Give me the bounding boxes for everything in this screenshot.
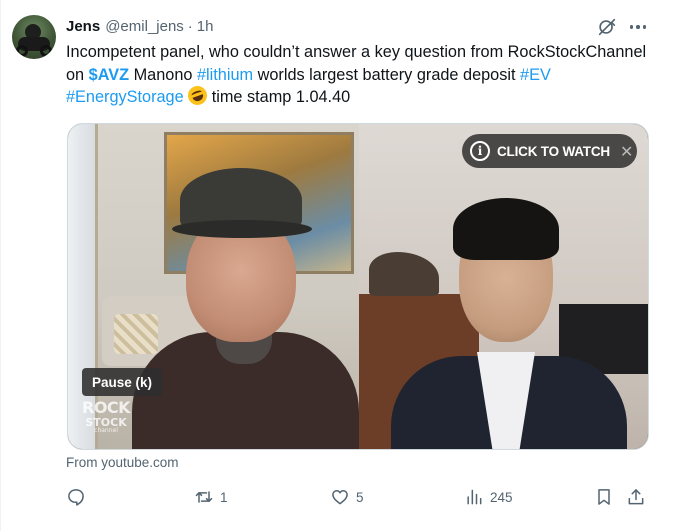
- guest-hair-figure: [453, 198, 559, 260]
- video-right-speaker-pane: [359, 124, 648, 449]
- close-icon[interactable]: ✕: [620, 142, 633, 161]
- author-name[interactable]: Jens: [66, 18, 100, 35]
- reply-button[interactable]: [66, 485, 86, 509]
- pillow-scene: [114, 314, 158, 354]
- repost-button[interactable]: 1: [194, 485, 228, 509]
- tweet-header: Jens @emil_jens · 1h: [66, 15, 213, 37]
- grok-icon[interactable]: [596, 16, 618, 38]
- video-card[interactable]: i CLICK TO WATCH ✕ Pause (k) ROCK STOCK …: [67, 123, 649, 450]
- views-button[interactable]: 245: [464, 485, 513, 509]
- tweet-text: Incompetent panel, who couldn’t answer a…: [66, 41, 656, 109]
- repost-icon: [195, 491, 213, 503]
- speaker-cap-brim-figure: [172, 220, 312, 238]
- cashtag-link[interactable]: $AVZ: [89, 66, 129, 84]
- rockstock-watermark: ROCK STOCK channel: [82, 398, 131, 434]
- click-to-watch-button[interactable]: i CLICK TO WATCH ✕: [462, 134, 637, 168]
- separator-dot: ·: [187, 17, 193, 35]
- tweet-text-segment: time stamp 1.04.40: [207, 88, 351, 107]
- pause-tooltip: Pause (k): [82, 368, 163, 396]
- action-bar: 1 5 245: [66, 485, 650, 509]
- bookmark-icon: [598, 489, 610, 505]
- more-icon[interactable]: [627, 16, 649, 38]
- avatar[interactable]: [12, 15, 56, 59]
- link-source[interactable]: From youtube.com: [66, 455, 179, 470]
- bookmark-button[interactable]: [594, 485, 614, 509]
- hashtag-link[interactable]: #lithium: [197, 66, 253, 84]
- repost-count: 1: [220, 489, 228, 505]
- post-time[interactable]: 1h: [197, 18, 214, 35]
- tweet-text-segment: worlds largest battery grade deposit: [253, 65, 521, 84]
- author-handle[interactable]: @emil_jens: [105, 18, 184, 35]
- info-icon: i: [470, 141, 490, 161]
- tweet-text-segment: Manono: [129, 65, 197, 84]
- views-count: 245: [490, 489, 513, 505]
- hashtag-link[interactable]: #EnergyStorage: [66, 88, 184, 106]
- like-count: 5: [356, 489, 364, 505]
- share-button[interactable]: [626, 485, 646, 509]
- reply-icon: [68, 489, 84, 506]
- like-button[interactable]: 5: [330, 485, 364, 509]
- watermark-line: ROCK: [82, 398, 131, 417]
- sculpture-scene: [369, 252, 439, 296]
- hashtag-link[interactable]: #EV: [520, 66, 551, 84]
- heart-icon: [332, 490, 348, 505]
- timeline-divider: [0, 0, 1, 531]
- share-icon: [628, 489, 644, 505]
- avatar-wheel-figure: [16, 45, 28, 57]
- views-icon: [467, 489, 482, 505]
- avatar-wheel-figure: [40, 45, 52, 57]
- click-to-watch-label: CLICK TO WATCH: [497, 143, 610, 159]
